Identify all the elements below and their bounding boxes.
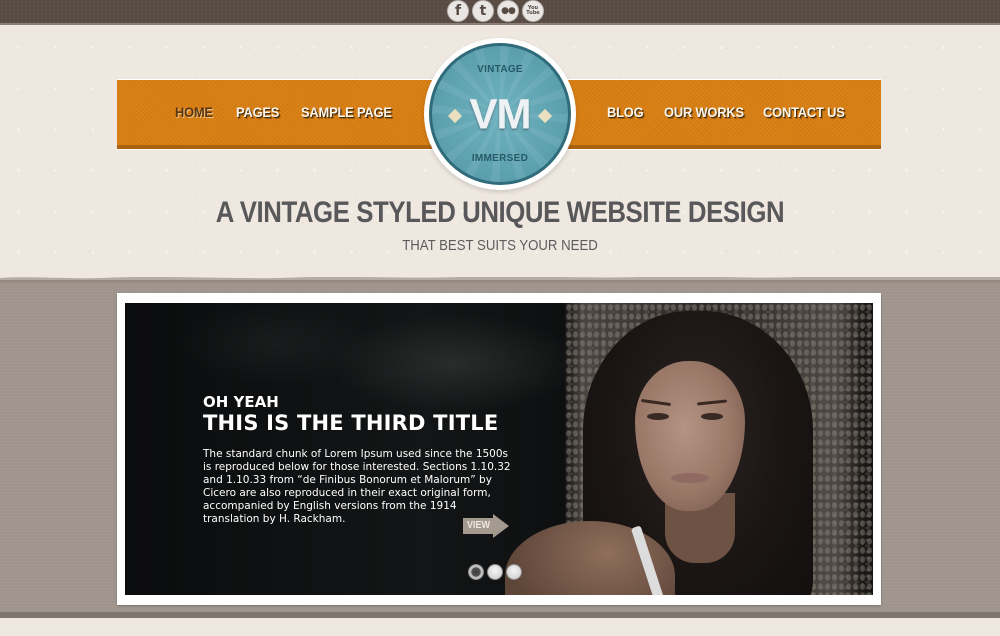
brow [640,398,672,407]
view-button-label: VIEW [467,520,491,531]
logo-top-text: VINTAGE [477,64,523,75]
flickr-icon[interactable]: ●● [497,0,519,22]
youtube-icon[interactable]: You Tube [522,0,544,22]
arrow-head [493,514,509,538]
nav-item-sample-page[interactable]: SAMPLE PAGE [301,104,392,120]
slide: OH YEAH THIS IS THE THIRD TITLE The stan… [125,303,873,595]
social-links: f t ●● You Tube [447,0,544,22]
slide-caption: OH YEAH THIS IS THE THIRD TITLE The stan… [203,394,523,526]
slide-dot-3[interactable] [506,564,522,580]
nav-item-blog[interactable]: BLOG [607,104,644,120]
lips [671,473,709,483]
logo-bottom-text: IMMERSED [471,153,529,164]
brow [696,399,728,406]
eye [701,413,723,420]
nav-item-contact-us[interactable]: CONTACT US [763,104,845,120]
main-nav-left: HOME PAGES SAMPLE PAGE [117,80,447,149]
hero-headline: A VINTAGE STYLED UNIQUE WEBSITE DESIGN [215,196,785,229]
slider-pagination [468,564,522,580]
facebook-icon[interactable]: f [447,0,469,22]
nav-item-pages[interactable]: PAGES [236,104,279,120]
eye [647,413,669,420]
torn-paper-edge [0,273,1000,285]
social-bar: f t ●● You Tube [0,0,1000,25]
view-button[interactable]: VIEW [463,514,511,538]
hero-subline: THAT BEST SUITS YOUR NEED [402,237,598,254]
twitter-icon[interactable]: t [472,0,494,22]
slide-kicker: OH YEAH [203,393,279,411]
main-nav-right: BLOG OUR WORKS CONTACT US [553,80,881,149]
nav-item-our-works[interactable]: OUR WORKS [664,104,744,120]
nav-item-home[interactable]: HOME [175,104,213,120]
slide-title: THIS IS THE THIRD TITLE [203,411,499,435]
slide-dot-2[interactable] [487,564,503,580]
site-logo[interactable]: VINTAGE VM IMMERSED [424,38,576,190]
logo-badge: VINTAGE VM IMMERSED [429,43,571,185]
slider-frame: OH YEAH THIS IS THE THIRD TITLE The stan… [117,293,881,605]
footer-paper [0,618,1000,636]
slide-dot-1[interactable] [468,564,484,580]
slide-photo-woman [505,303,873,595]
